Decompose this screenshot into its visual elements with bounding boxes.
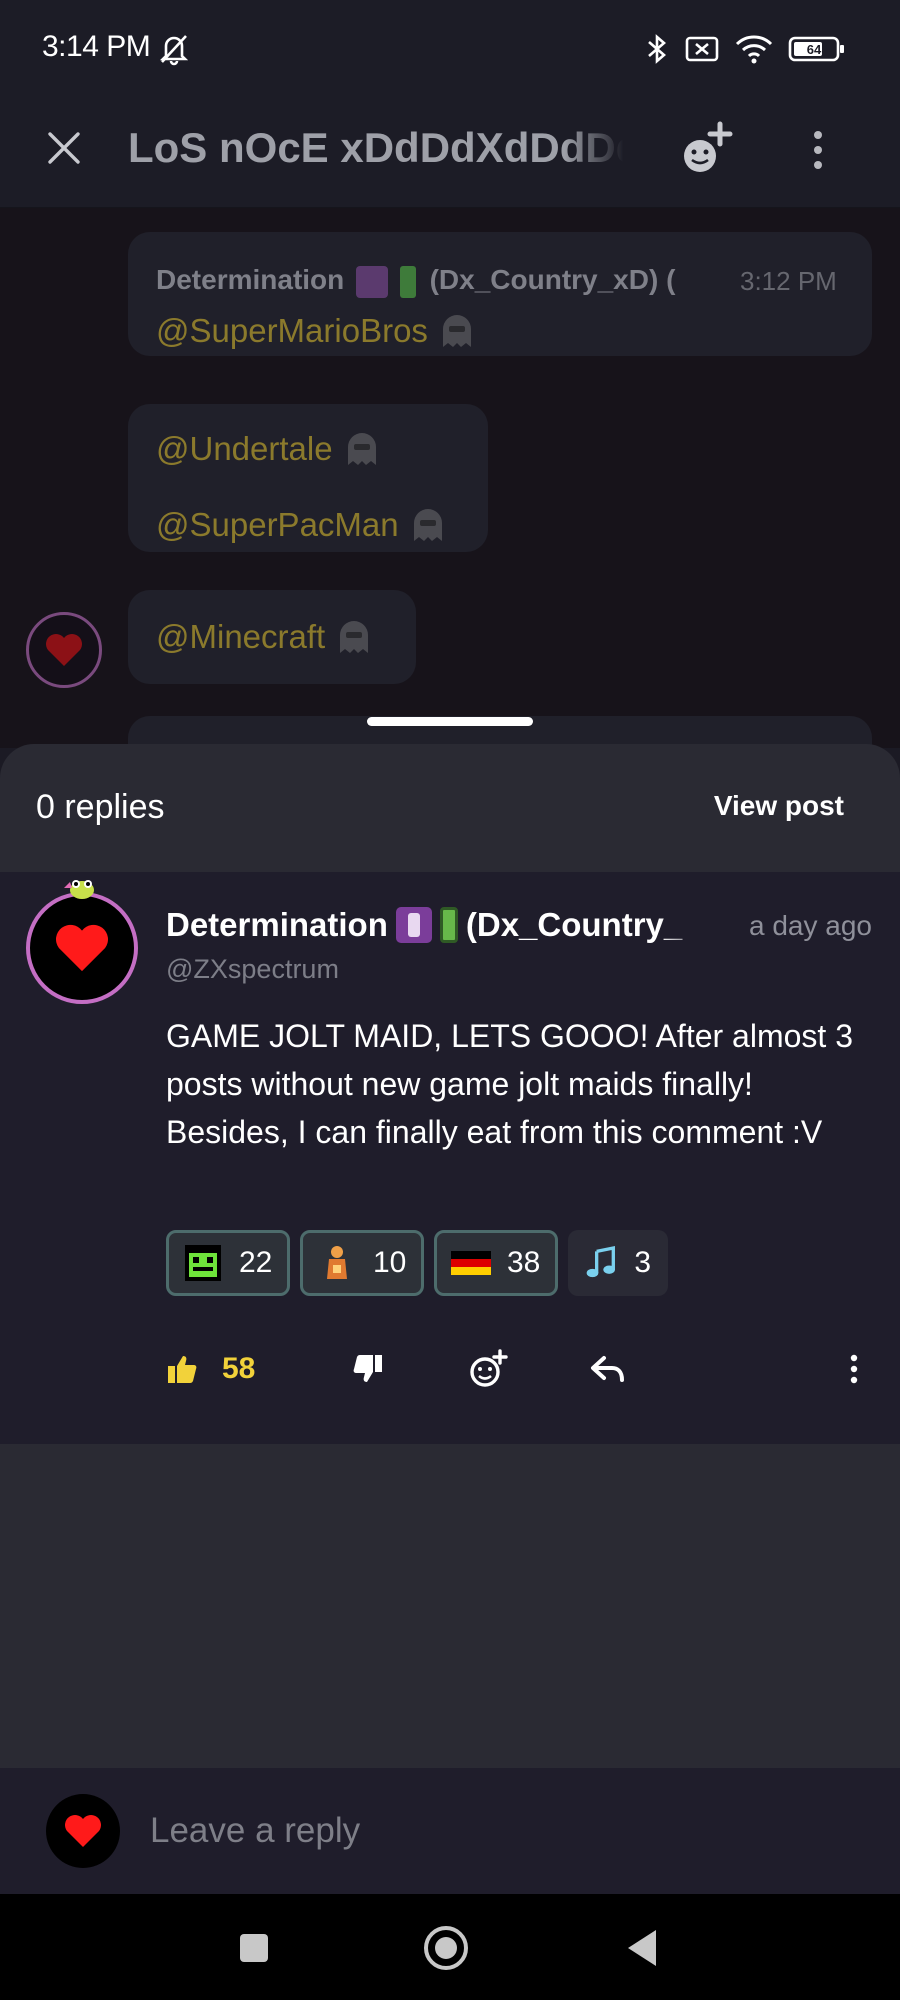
back-icon <box>628 1930 656 1966</box>
wifi-icon <box>734 33 774 65</box>
heart-icon <box>65 1815 101 1847</box>
add-reaction-button[interactable] <box>468 1342 508 1396</box>
recents-icon <box>240 1934 268 1962</box>
germany-flag-icon <box>451 1251 491 1275</box>
comment-username[interactable]: @ZXspectrum <box>166 954 339 985</box>
chat-title: LoS nOcE xDdDdXdDdDd <box>128 124 624 171</box>
mention[interactable]: @Undertale <box>156 430 379 468</box>
reply-input[interactable] <box>150 1796 850 1866</box>
ghost-icon <box>442 315 471 347</box>
ghost-icon <box>340 621 369 653</box>
avatar[interactable] <box>26 892 138 1004</box>
reaction-count: 10 <box>373 1246 407 1279</box>
orange-figure-icon <box>327 1246 347 1279</box>
replies-sheet: 0 replies View post Determination (Dx_Co… <box>0 744 900 1894</box>
comment-actions: 58 <box>166 1342 876 1396</box>
message-author: Determination (Dx_Country_xD) ( <box>156 264 675 298</box>
battery-emoji-icon <box>399 265 416 298</box>
add-emoji-icon <box>470 1349 508 1387</box>
maid-emoji-icon <box>356 265 389 298</box>
message-time: 3:12 PM <box>740 266 837 296</box>
empty-replies-area <box>0 1444 900 1768</box>
reaction-button[interactable]: 38 <box>434 1230 558 1296</box>
home-icon <box>424 1926 468 1970</box>
close-button[interactable] <box>38 122 90 174</box>
like-count: 58 <box>222 1352 256 1385</box>
status-time: 3:14 PM <box>42 30 151 63</box>
comment: Determination (Dx_Country_ a day ago @ZX… <box>0 872 900 1444</box>
reaction-button[interactable]: 10 <box>300 1230 424 1296</box>
like-button[interactable]: 58 <box>166 1342 255 1396</box>
battery-emoji-icon <box>439 907 458 943</box>
sheet-drag-handle[interactable] <box>367 717 533 726</box>
comment-time: a day ago <box>749 910 872 941</box>
thumbs-up-icon <box>168 1356 197 1383</box>
mention[interactable]: @SuperPacMan <box>156 506 445 544</box>
replies-count: 0 replies <box>36 788 165 826</box>
green-monster-icon <box>185 1245 221 1281</box>
reply-button[interactable] <box>590 1342 626 1396</box>
recents-button[interactable] <box>224 1918 284 1978</box>
more-vertical-icon <box>850 1354 858 1384</box>
mention[interactable]: @Minecraft <box>156 618 371 656</box>
avatar-frog-badge-icon <box>64 880 94 899</box>
ghost-icon <box>347 433 376 465</box>
reactions-row: 22 10 38 3 <box>166 1230 668 1296</box>
add-emoji-icon <box>684 121 733 172</box>
reaction-button[interactable]: 22 <box>166 1230 290 1296</box>
reaction-button[interactable]: 3 <box>568 1230 668 1296</box>
ghost-icon <box>413 509 442 541</box>
home-button[interactable] <box>416 1918 476 1978</box>
system-nav-bar <box>0 1894 900 2000</box>
comment-more-button[interactable] <box>850 1342 858 1396</box>
reaction-count: 3 <box>634 1246 651 1279</box>
heart-icon <box>56 924 108 972</box>
comment-text: GAME JOLT MAID, LETS GOOO! After almost … <box>166 1018 853 1150</box>
status-bar: 3:14 PM 64 <box>0 0 900 100</box>
heart-icon <box>46 634 82 666</box>
view-post-button[interactable]: View post <box>714 790 844 822</box>
thumbs-down-icon <box>353 1355 382 1382</box>
reply-bar <box>0 1768 900 1894</box>
avatar <box>46 1794 120 1868</box>
dislike-button[interactable] <box>352 1342 384 1396</box>
battery-level: 64 <box>807 42 822 57</box>
music-note-icon <box>586 1245 615 1278</box>
sheet-header: 0 replies View post <box>0 744 900 872</box>
avatar[interactable] <box>26 612 102 688</box>
mention[interactable]: @SuperMarioBros <box>156 312 474 350</box>
reaction-count: 38 <box>507 1246 541 1279</box>
more-options-button[interactable] <box>798 122 838 178</box>
maid-emoji-icon <box>395 907 432 943</box>
comment-author[interactable]: Determination (Dx_Country_ <box>166 906 714 944</box>
no-sim-icon <box>684 34 720 64</box>
back-button[interactable] <box>612 1918 672 1978</box>
reply-icon <box>591 1356 624 1382</box>
reaction-count: 22 <box>239 1246 273 1279</box>
chat-header: LoS nOcE xDdDdXdDdDd <box>0 100 900 208</box>
bluetooth-icon <box>644 32 670 66</box>
bell-off-icon <box>158 30 190 66</box>
add-emoji-button[interactable] <box>676 118 740 182</box>
close-icon <box>48 132 80 164</box>
battery-icon: 64 <box>788 35 846 63</box>
chat-messages: Determination (Dx_Country_xD) ( 3:12 PM … <box>0 208 900 748</box>
more-vertical-icon <box>814 131 822 139</box>
